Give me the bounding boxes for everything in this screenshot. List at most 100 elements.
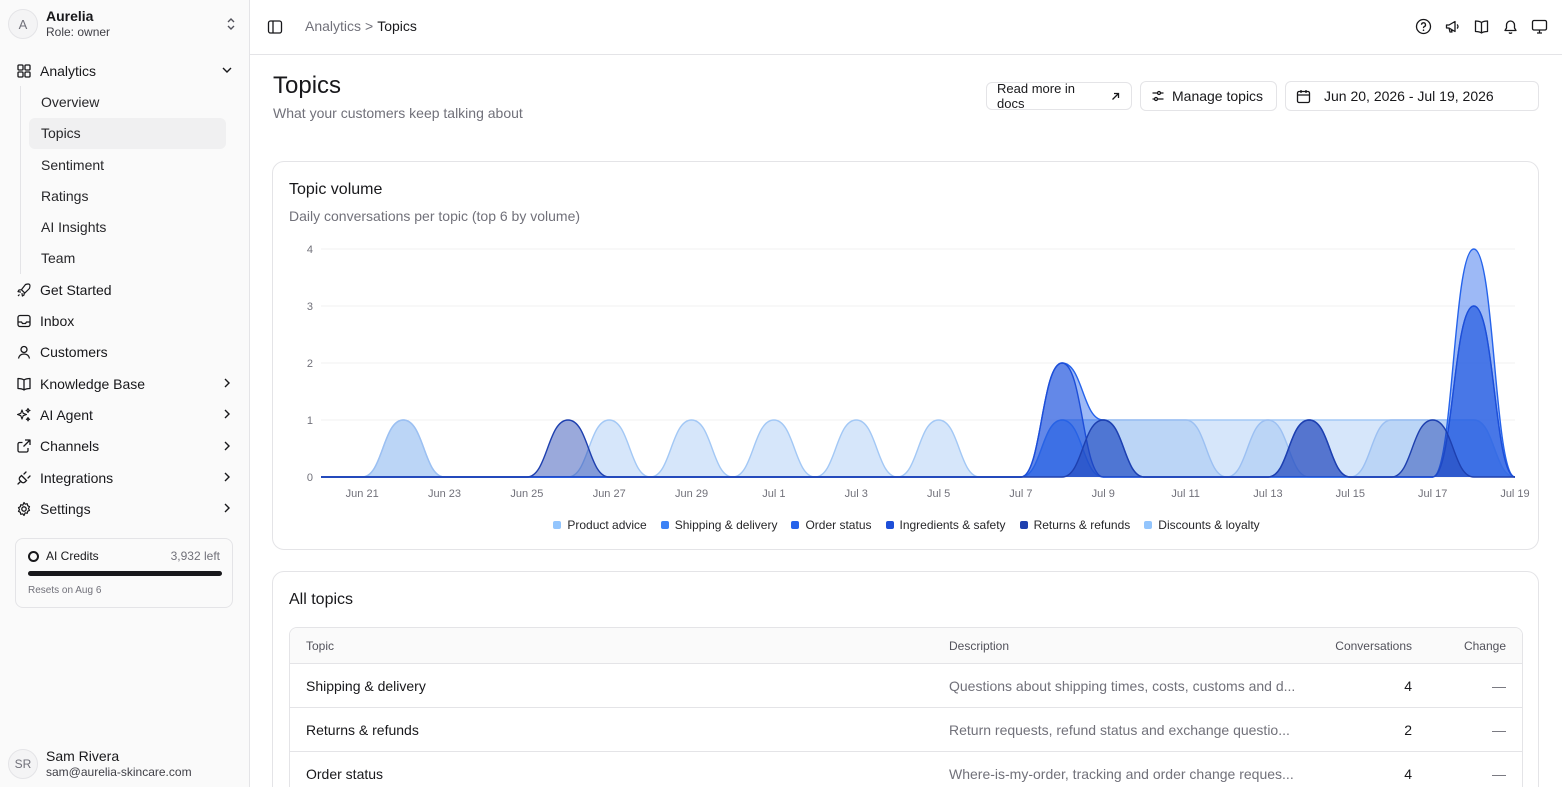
topic-volume-card: Topic volume Daily conversations per top… — [272, 161, 1539, 550]
sidebar-item-label: Inbox — [40, 313, 75, 330]
sidebar-item-sentiment[interactable]: Sentiment — [29, 149, 226, 180]
table-title: All topics — [289, 591, 354, 608]
bell-icon[interactable] — [1502, 18, 1519, 35]
sidebar-item-customers[interactable]: Customers — [8, 337, 242, 368]
table-row[interactable]: Shipping & delivery Questions about ship… — [290, 663, 1522, 707]
legend-item[interactable]: Discounts & loyalty — [1144, 518, 1260, 532]
legend-swatch — [1019, 521, 1028, 529]
org-name: Aurelia — [46, 8, 94, 24]
x-tick-label: Jul 7 — [1009, 488, 1032, 500]
x-tick-label: Jul 17 — [1418, 488, 1447, 500]
sidebar-item-analytics[interactable]: Analytics — [8, 55, 242, 86]
page-title: Topics — [273, 72, 342, 99]
book-icon[interactable] — [1473, 18, 1490, 35]
sidebar-item-label: Settings — [40, 500, 91, 517]
inbox-icon — [16, 313, 32, 329]
sidebar-toggle-icon[interactable] — [267, 19, 283, 35]
sidebar-item-get-started[interactable]: Get Started — [8, 274, 242, 305]
column-header-topic[interactable]: Topic — [306, 639, 334, 653]
table-header-row: Topic Description Conversations Change — [290, 628, 1522, 663]
y-tick-label: 1 — [307, 415, 313, 427]
manage-topics-button[interactable]: Manage topics — [1140, 81, 1277, 111]
arrow-up-right-icon — [1110, 91, 1121, 102]
legend-item[interactable]: Ingredients & safety — [885, 518, 1006, 532]
row-change: — — [1492, 721, 1506, 738]
row-conversations: 4 — [1404, 765, 1412, 782]
sidebar-item-overview[interactable]: Overview — [29, 86, 226, 117]
legend-label: Shipping & delivery — [674, 518, 778, 532]
sidebar-item-label: Customers — [40, 344, 108, 361]
chevron-right-icon — [224, 441, 230, 451]
calendar-icon — [1296, 89, 1311, 104]
org-switcher[interactable]: A Aurelia Role: owner — [8, 6, 244, 42]
analytics-submenu: Overview Topics Sentiment Ratings AI Ins… — [20, 86, 242, 275]
row-topic: Shipping & delivery — [306, 677, 426, 694]
sidebar-item-channels[interactable]: Channels — [8, 431, 242, 462]
sidebar-item-ai-agent[interactable]: AI Agent — [8, 399, 242, 430]
y-tick-label: 3 — [307, 301, 313, 313]
credits-ring-icon — [28, 550, 39, 562]
topic-volume-chart: 0 1 2 3 4 Jun 21 Jun 23 Jun 25 Jun 27 Jun 29 Jul 1… — [307, 244, 1530, 500]
column-header-change[interactable]: Change — [1464, 639, 1506, 653]
sidebar-item-topics[interactable]: Topics — [29, 117, 226, 149]
y-tick-label: 0 — [307, 472, 313, 484]
sidebar-item-settings[interactable]: Settings — [8, 493, 242, 524]
help-icon[interactable] — [1415, 18, 1432, 35]
credits-progress-bar — [28, 571, 222, 576]
avatar: SR — [8, 749, 38, 779]
x-tick-label: Jul 3 — [845, 488, 868, 500]
legend-item[interactable]: Shipping & delivery — [660, 518, 778, 532]
read-docs-label: Read more in docs — [997, 81, 1076, 111]
sidebar-item-label: Integrations — [40, 469, 114, 486]
chevron-right-icon — [224, 409, 230, 419]
book-open-icon — [16, 376, 32, 392]
row-description: Where-is-my-order, tracking and order ch… — [949, 765, 1294, 782]
x-tick-label: Jun 25 — [510, 488, 543, 500]
table-row[interactable]: Order status Where-is-my-order, tracking… — [290, 751, 1522, 787]
credits-reset-date: Resets on Aug 6 — [28, 585, 102, 596]
read-docs-button[interactable]: Read more in docs — [986, 81, 1132, 111]
row-conversations: 4 — [1404, 677, 1412, 694]
breadcrumb-analytics[interactable]: Analytics — [305, 18, 361, 34]
row-description: Questions about shipping times, costs, c… — [949, 677, 1296, 694]
sidebar-item-label: Analytics — [40, 62, 97, 79]
column-header-conversations[interactable]: Conversations — [1335, 639, 1412, 653]
legend-item[interactable]: Returns & refunds — [1019, 518, 1130, 532]
row-topic: Returns & refunds — [306, 721, 419, 738]
user-name: Sam Rivera — [46, 748, 120, 764]
date-range-picker[interactable]: Jun 20, 2026 - Jul 19, 2026 — [1285, 81, 1539, 111]
rocket-icon — [16, 282, 32, 298]
sliders-icon — [1151, 89, 1165, 103]
sidebar-item-ai-insights[interactable]: AI Insights — [29, 211, 226, 242]
sidebar-item-label: Channels — [40, 438, 100, 455]
share-icon — [16, 438, 32, 454]
legend-item[interactable]: Product advice — [553, 518, 647, 532]
manage-topics-label: Manage topics — [1172, 88, 1264, 104]
sidebar-item-integrations[interactable]: Integrations — [8, 462, 242, 493]
x-tick-label: Jul 15 — [1336, 488, 1365, 500]
sidebar-item-label: Knowledge Base — [40, 375, 146, 392]
x-tick-label: Jun 21 — [346, 488, 379, 500]
legend-item[interactable]: Order status — [791, 518, 872, 532]
monitor-icon[interactable] — [1531, 18, 1548, 35]
table-row[interactable]: Returns & refunds Return requests, refun… — [290, 707, 1522, 751]
megaphone-icon[interactable] — [1444, 18, 1461, 35]
breadcrumb-current: Topics — [377, 18, 417, 34]
x-tick-label: Jul 1 — [762, 488, 785, 500]
user-email: sam@aurelia-skincare.com — [46, 765, 192, 779]
legend-swatch — [660, 521, 669, 529]
legend-swatch — [791, 521, 800, 529]
sidebar-item-team[interactable]: Team — [29, 243, 226, 274]
sidebar-item-inbox[interactable]: Inbox — [8, 305, 242, 336]
sidebar-item-knowledge-base[interactable]: Knowledge Base — [8, 368, 242, 399]
chevron-up-down-icon — [227, 18, 235, 30]
org-avatar: A — [8, 9, 38, 39]
credits-title: AI Credits — [46, 549, 99, 563]
x-tick-label: Jul 9 — [1092, 488, 1115, 500]
ai-credits-widget[interactable]: AI Credits 3,932 left Resets on Aug 6 — [15, 538, 233, 608]
x-tick-label: Jul 13 — [1253, 488, 1282, 500]
user-menu[interactable]: SR Sam Rivera sam@aurelia-skincare.com — [8, 747, 192, 781]
sidebar-item-ratings[interactable]: Ratings — [29, 180, 226, 211]
legend-label: Discounts & loyalty — [1158, 518, 1260, 532]
legend-label: Ingredients & safety — [899, 518, 1006, 532]
